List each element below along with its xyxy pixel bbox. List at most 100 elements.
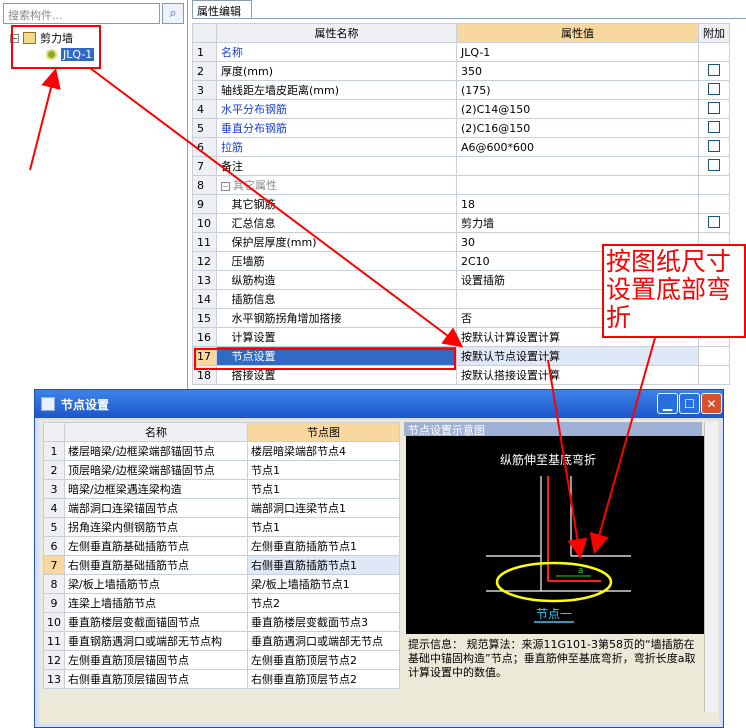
node-row[interactable]: 7 右侧垂直筋基础插筋节点 右侧垂直筋插筋节点1 bbox=[43, 555, 400, 575]
node-row[interactable]: 3 暗梁/边框梁遇连梁构造 节点1 bbox=[43, 479, 400, 499]
property-name-text: 压墙筋 bbox=[231, 255, 265, 268]
property-value[interactable]: 剪力墙 bbox=[456, 213, 699, 233]
tab-property-edit[interactable]: 属性编辑 bbox=[192, 0, 252, 18]
property-name: 备注 bbox=[216, 156, 457, 176]
node-row[interactable]: 10 垂直筋楼层变截面锚固节点 垂直筋楼层变截面节点3 bbox=[43, 612, 400, 632]
property-value[interactable]: 350 bbox=[456, 61, 699, 81]
node-value[interactable]: 节点1 bbox=[247, 517, 400, 537]
property-name: 厚度(mm) bbox=[216, 61, 457, 81]
node-row[interactable]: 8 梁/板上墙插筋节点 梁/板上墙插筋节点1 bbox=[43, 574, 400, 594]
property-row[interactable]: 3 轴线距左墙皮距离(mm) (175) bbox=[192, 80, 730, 100]
node-value[interactable]: 节点2 bbox=[247, 593, 400, 613]
row-number: 6 bbox=[192, 137, 217, 157]
property-row[interactable]: 18 搭接设置 按默认搭接设置计算 bbox=[192, 365, 730, 385]
property-name: 拉筋 bbox=[216, 137, 457, 157]
attach-cell[interactable] bbox=[698, 156, 730, 176]
property-name-text: 备注 bbox=[221, 160, 243, 173]
row-number: 9 bbox=[192, 194, 217, 214]
property-value[interactable] bbox=[456, 175, 699, 195]
node-row[interactable]: 13 右侧垂直筋顶层锚固节点 右侧垂直筋顶层节点2 bbox=[43, 669, 400, 689]
attach-cell[interactable] bbox=[698, 137, 730, 157]
property-value[interactable]: (2)C16@150 bbox=[456, 118, 699, 138]
attach-cell[interactable] bbox=[698, 80, 730, 100]
collapse-icon[interactable]: − bbox=[10, 33, 19, 43]
property-row[interactable]: 5 垂直分布钢筋 (2)C16@150 bbox=[192, 118, 730, 138]
attach-checkbox[interactable] bbox=[708, 139, 720, 152]
attach-cell[interactable] bbox=[698, 99, 730, 119]
property-row[interactable]: 4 水平分布钢筋 (2)C14@150 bbox=[192, 99, 730, 119]
node-value[interactable]: 节点1 bbox=[247, 460, 400, 480]
property-name: 名称 bbox=[216, 42, 457, 62]
property-name: 汇总信息 bbox=[216, 213, 457, 233]
property-name: 水平钢筋拐角增加搭接 bbox=[216, 308, 457, 328]
minimize-button[interactable]: ▁ bbox=[657, 393, 678, 414]
tree-node-shear-wall[interactable]: − 剪力墙 bbox=[10, 30, 73, 46]
node-value[interactable]: 垂直筋楼层变截面节点3 bbox=[247, 612, 400, 632]
attach-cell[interactable] bbox=[698, 118, 730, 138]
row-number: 2 bbox=[192, 61, 217, 81]
tree-node-jlq1[interactable]: JLQ-1 bbox=[46, 46, 95, 62]
node-name: 梁/板上墙插筋节点 bbox=[64, 574, 248, 594]
node-value[interactable]: 端部洞口连梁节点1 bbox=[247, 498, 400, 518]
property-value[interactable]: A6@600*600 bbox=[456, 137, 699, 157]
property-row[interactable]: 17 节点设置 按默认节点设置计算 bbox=[192, 346, 730, 366]
col-name-header: 属性名称 bbox=[216, 23, 457, 43]
property-value[interactable]: (2)C14@150 bbox=[456, 99, 699, 119]
property-value[interactable]: 按默认搭接设置计算 bbox=[456, 365, 699, 385]
property-value[interactable]: 按默认节点设置计算 bbox=[456, 346, 699, 366]
property-name: 其它钢筋 bbox=[216, 194, 457, 214]
attach-checkbox[interactable] bbox=[708, 101, 720, 114]
property-row[interactable]: 9 其它钢筋 18 bbox=[192, 194, 730, 214]
row-number: 1 bbox=[192, 42, 217, 62]
node-value[interactable]: 左侧垂直筋顶层节点2 bbox=[247, 650, 400, 670]
node-value[interactable]: 右侧垂直筋插筋节点1 bbox=[247, 555, 400, 575]
row-number: 13 bbox=[43, 669, 65, 689]
node-row[interactable]: 9 连梁上墙插筋节点 节点2 bbox=[43, 593, 400, 613]
node-value[interactable]: 垂直筋遇洞口或端部无节点 bbox=[247, 631, 400, 651]
attach-checkbox[interactable] bbox=[708, 82, 720, 95]
node-value[interactable]: 节点1 bbox=[247, 479, 400, 499]
node-row[interactable]: 6 左侧垂直筋基础插筋节点 左侧垂直筋插筋节点1 bbox=[43, 536, 400, 556]
property-row[interactable]: 2 厚度(mm) 350 bbox=[192, 61, 730, 81]
property-row[interactable]: 10 汇总信息 剪力墙 bbox=[192, 213, 730, 233]
property-name: 纵筋构造 bbox=[216, 270, 457, 290]
node-value[interactable]: 左侧垂直筋插筋节点1 bbox=[247, 536, 400, 556]
attach-checkbox[interactable] bbox=[708, 215, 720, 228]
property-row[interactable]: 1 名称 JLQ-1 bbox=[192, 42, 730, 62]
node-row[interactable]: 4 端部洞口连梁锚固节点 端部洞口连梁节点1 bbox=[43, 498, 400, 518]
property-name-text: 纵筋构造 bbox=[231, 274, 276, 287]
collapse-icon[interactable]: − bbox=[221, 182, 230, 191]
node-row[interactable]: 12 左侧垂直筋顶层锚固节点 左侧垂直筋顶层节点2 bbox=[43, 650, 400, 670]
property-row[interactable]: 7 备注 bbox=[192, 156, 730, 176]
node-row[interactable]: 2 顶层暗梁/边框梁端部锚固节点 节点1 bbox=[43, 460, 400, 480]
property-value[interactable]: 18 bbox=[456, 194, 699, 214]
property-name: 节点设置 bbox=[216, 346, 457, 366]
attach-cell[interactable] bbox=[698, 61, 730, 81]
property-row[interactable]: 6 拉筋 A6@600*600 bbox=[192, 137, 730, 157]
attach-cell[interactable] bbox=[698, 213, 730, 233]
property-name-text: 其它钢筋 bbox=[231, 198, 276, 211]
dialog-title[interactable]: 节点设置 bbox=[35, 390, 723, 418]
row-number: 10 bbox=[43, 612, 65, 632]
node-row[interactable]: 11 垂直钢筋遇洞口或端部无节点构 垂直筋遇洞口或端部无节点 bbox=[43, 631, 400, 651]
property-value[interactable] bbox=[456, 156, 699, 176]
property-row[interactable]: 8− 其它属性 bbox=[192, 175, 730, 195]
dialog-body: 名称 节点图 1 楼层暗梁/边框梁端部锚固节点 楼层暗梁端部节点4 2 顶层暗梁/边框梁… bbox=[39, 420, 719, 724]
preview-scrollbar[interactable] bbox=[704, 422, 718, 712]
search-icon[interactable]: ⌕ bbox=[162, 3, 184, 24]
property-value[interactable]: JLQ-1 bbox=[456, 42, 699, 62]
attach-checkbox[interactable] bbox=[708, 120, 720, 133]
node-value[interactable]: 右侧垂直筋顶层节点2 bbox=[247, 669, 400, 689]
property-value[interactable]: (175) bbox=[456, 80, 699, 100]
node-row[interactable]: 1 楼层暗梁/边框梁端部锚固节点 楼层暗梁端部节点4 bbox=[43, 441, 400, 461]
maximize-button[interactable]: ☐ bbox=[679, 393, 700, 414]
attach-checkbox[interactable] bbox=[708, 63, 720, 76]
search-input[interactable]: 搜索构件... bbox=[3, 3, 160, 24]
close-button[interactable]: ✕ bbox=[701, 393, 722, 414]
col-value-header: 属性值 bbox=[456, 23, 699, 43]
attach-checkbox[interactable] bbox=[708, 158, 720, 171]
dimension-label: a bbox=[578, 566, 584, 576]
node-value[interactable]: 楼层暗梁端部节点4 bbox=[247, 441, 400, 461]
node-row[interactable]: 5 拐角连梁内侧钢筋节点 节点1 bbox=[43, 517, 400, 537]
node-value[interactable]: 梁/板上墙插筋节点1 bbox=[247, 574, 400, 594]
